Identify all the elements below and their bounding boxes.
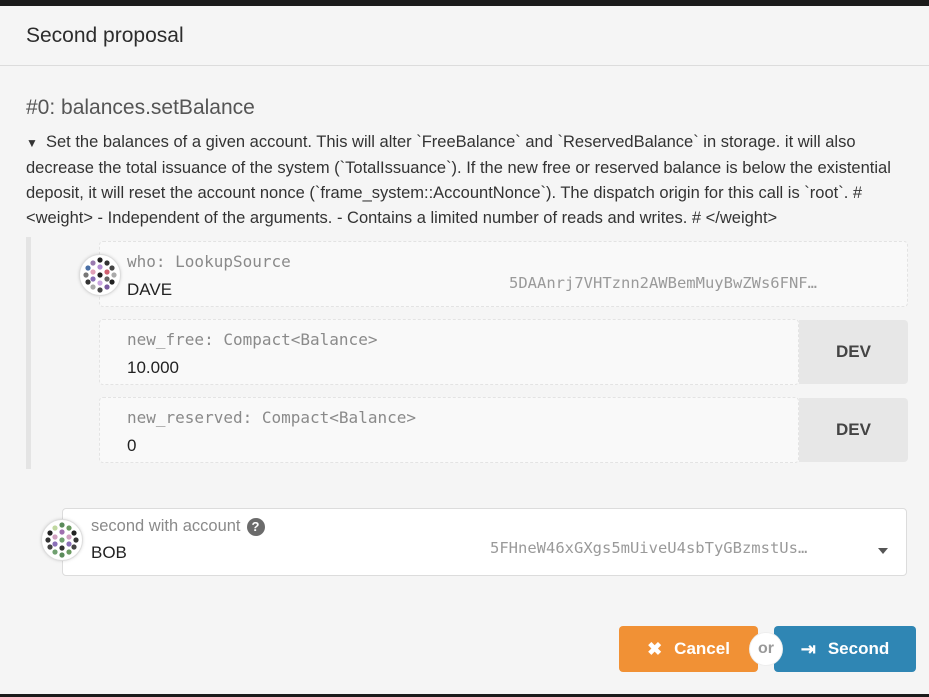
or-divider: or	[750, 633, 782, 665]
new-free-field[interactable]: new_free: Compact<Balance> 10.000	[99, 319, 799, 385]
who-label: who: LookupSource	[127, 252, 291, 271]
new-reserved-label: new_reserved: Compact<Balance>	[127, 408, 416, 427]
cancel-label: Cancel	[674, 639, 730, 658]
second-button[interactable]: ⇥ Second	[774, 626, 916, 672]
identicon-dave	[83, 257, 117, 293]
second-account-name: BOB	[91, 543, 127, 562]
call-docs[interactable]: ▼ Set the balances of a given account. Th…	[26, 130, 903, 231]
new-free-label: new_free: Compact<Balance>	[127, 330, 378, 349]
who-field[interactable]: who: LookupSource DAVE 5DAAnrj7VHTznn2AW…	[99, 241, 908, 307]
second-account-label-text: second with account	[91, 517, 241, 535]
modal-content: #0: balances.setBalance ▼ Set the balance…	[0, 66, 929, 469]
second-account-dropdown[interactable]: second with account ? BOB 5FHneW46xGXgs5…	[62, 508, 907, 576]
second-label: Second	[827, 639, 890, 658]
who-address: 5DAAnrj7VHTznn2AWBemMuyBwZWs6FNF…	[509, 274, 817, 292]
second-account-avatar-icon	[41, 519, 83, 561]
new-free-value[interactable]: 10.000	[127, 358, 179, 378]
call-title: #0: balances.setBalance	[26, 96, 255, 119]
params-container: who: LookupSource DAVE 5DAAnrj7VHTznn2AW…	[26, 237, 908, 469]
new-free-unit-button[interactable]: DEV	[799, 320, 908, 384]
cancel-button[interactable]: ✖ Cancel	[619, 626, 758, 672]
new-reserved-field[interactable]: new_reserved: Compact<Balance> 0	[99, 397, 799, 463]
dropdown-caret-icon[interactable]	[878, 548, 888, 554]
new-reserved-unit-button[interactable]: DEV	[799, 398, 908, 462]
modal-header: Second proposal	[0, 6, 929, 66]
modal-actions: ✖ Cancel or ⇥ Second	[619, 626, 916, 672]
identicon-bob	[45, 522, 79, 558]
question-circle-icon[interactable]: ?	[246, 517, 265, 536]
docs-toggle-icon[interactable]: ▼	[26, 131, 46, 156]
sign-in-icon: ⇥	[800, 639, 816, 659]
who-avatar-icon	[79, 254, 121, 296]
new-reserved-value[interactable]: 0	[127, 436, 136, 456]
second-account-label: second with account ?	[91, 517, 265, 536]
who-account-name: DAVE	[127, 280, 173, 299]
modal-title: Second proposal	[26, 23, 184, 47]
second-account-address: 5FHneW46xGXgs5mUiveU4sbTyGBzmstUs…	[490, 539, 808, 557]
second-proposal-modal: Second proposal #0: balances.setBalance …	[0, 6, 929, 694]
docs-text: Set the balances of a given account. Thi…	[26, 133, 891, 227]
close-icon: ✖	[647, 639, 663, 659]
